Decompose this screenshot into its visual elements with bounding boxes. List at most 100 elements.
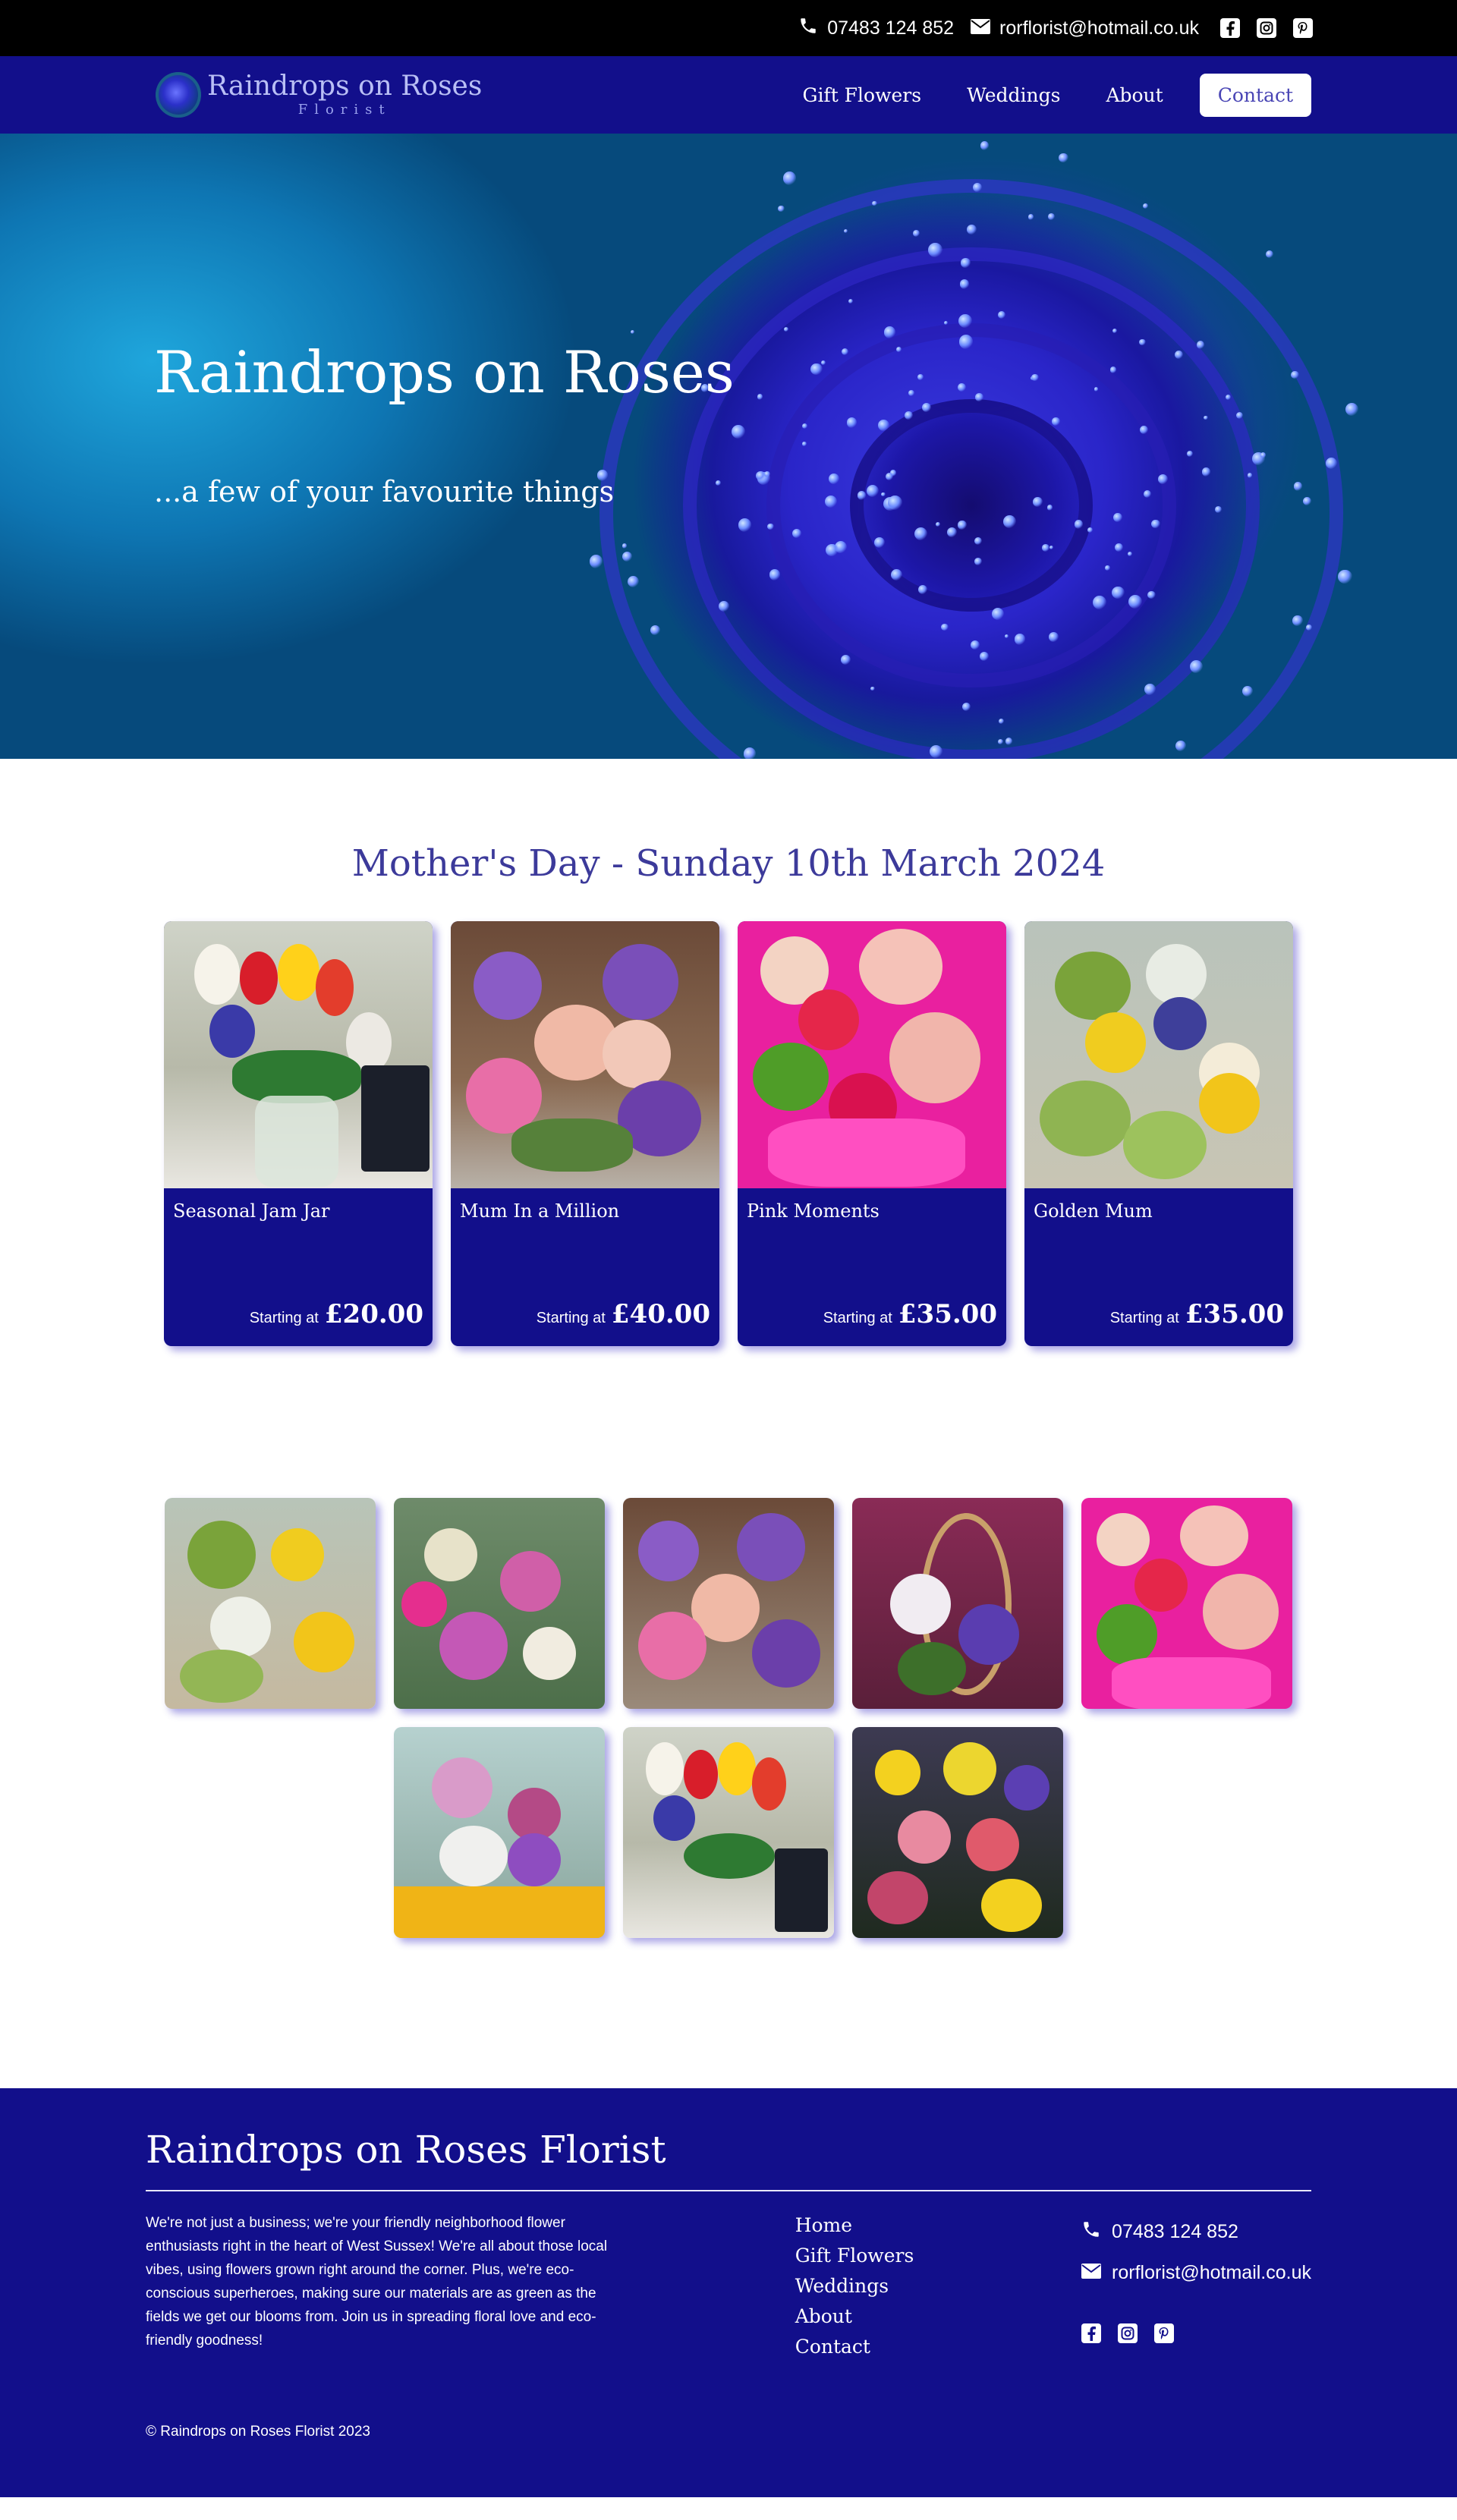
- rose-logo-icon: [156, 72, 201, 118]
- water-droplet: [1158, 474, 1169, 485]
- water-droplet: [1128, 594, 1142, 609]
- footer-link-home[interactable]: Home: [795, 2213, 1081, 2238]
- topbar-email[interactable]: rorflorist@hotmail.co.uk: [971, 17, 1199, 39]
- water-droplet: [630, 329, 635, 334]
- product-price-row: Starting at £40.00: [537, 1299, 710, 1329]
- water-droplet: [1302, 497, 1311, 506]
- instagram-icon[interactable]: [1257, 18, 1276, 38]
- water-droplet: [846, 417, 857, 428]
- water-droplet: [913, 230, 920, 238]
- nav-about[interactable]: About: [1090, 74, 1178, 117]
- water-droplet: [1094, 387, 1099, 392]
- water-droplet: [908, 389, 914, 396]
- gallery-image[interactable]: [852, 1498, 1063, 1709]
- water-droplet: [1151, 519, 1161, 529]
- main-nav: Raindrops on Roses Florist Gift Flowers …: [0, 56, 1457, 134]
- product-image: [738, 921, 1006, 1188]
- water-droplet: [959, 278, 970, 289]
- nav-links: Gift Flowers Weddings About Contact: [787, 73, 1311, 117]
- water-droplet: [1139, 338, 1146, 346]
- facebook-icon[interactable]: [1081, 2323, 1102, 2343]
- water-droplet: [1235, 411, 1244, 420]
- product-price-row: Starting at £35.00: [823, 1299, 997, 1329]
- brand-logo-link[interactable]: Raindrops on Roses Florist: [156, 72, 482, 118]
- water-droplet: [917, 373, 924, 380]
- water-droplet: [1005, 738, 1013, 745]
- water-droplet: [1293, 482, 1303, 491]
- water-droplet: [1004, 634, 1009, 639]
- water-droplet: [1059, 153, 1069, 163]
- water-droplet: [1338, 569, 1352, 584]
- gallery-image[interactable]: [165, 1498, 376, 1709]
- starting-at-label: Starting at: [249, 1310, 319, 1326]
- gallery-image[interactable]: [623, 1727, 834, 1938]
- product-image: [164, 921, 433, 1188]
- footer-link-gift-flowers[interactable]: Gift Flowers: [795, 2243, 1081, 2269]
- water-droplet: [1187, 450, 1194, 458]
- water-droplet: [972, 183, 982, 193]
- footer-link-weddings[interactable]: Weddings: [795, 2273, 1081, 2299]
- water-droplet: [980, 141, 990, 150]
- footer-divider: [146, 2190, 1311, 2191]
- product-price: £40.00: [611, 1299, 710, 1329]
- product-card[interactable]: Pink Moments Starting at £35.00: [738, 921, 1006, 1346]
- product-card[interactable]: Seasonal Jam Jar Starting at £20.00: [164, 921, 433, 1346]
- product-card-body: Mum In a Million Starting at £40.00: [451, 1188, 719, 1346]
- water-droplet: [1142, 203, 1148, 209]
- product-card-body: Seasonal Jam Jar Starting at £20.00: [164, 1188, 433, 1346]
- copyright-text: © Raindrops on Roses Florist 2023: [146, 2424, 370, 2440]
- water-droplet: [1174, 351, 1183, 360]
- footer-links: Home Gift Flowers Weddings About Contact: [795, 2213, 1081, 2360]
- water-droplet: [1144, 489, 1152, 498]
- pinterest-icon[interactable]: [1154, 2323, 1175, 2343]
- gallery-image[interactable]: [394, 1727, 605, 1938]
- water-droplet: [1144, 684, 1156, 695]
- topbar-phone[interactable]: 07483 124 852: [798, 16, 954, 41]
- water-droplet: [975, 393, 983, 401]
- product-card-body: Golden Mum Starting at £35.00: [1024, 1188, 1293, 1346]
- water-droplet: [1292, 615, 1303, 626]
- water-droplet: [1114, 543, 1123, 552]
- pinterest-icon[interactable]: [1293, 18, 1313, 38]
- water-droplet: [590, 555, 603, 568]
- facebook-icon[interactable]: [1220, 18, 1240, 38]
- water-droplet: [1113, 512, 1123, 522]
- nav-gift-flowers[interactable]: Gift Flowers: [787, 74, 936, 117]
- nav-weddings[interactable]: Weddings: [952, 74, 1075, 117]
- nav-contact-button[interactable]: Contact: [1199, 73, 1311, 117]
- water-droplet: [921, 403, 931, 413]
- gallery-image[interactable]: [852, 1727, 1063, 1938]
- water-droplet: [1345, 402, 1358, 416]
- product-card[interactable]: Golden Mum Starting at £35.00: [1024, 921, 1293, 1346]
- water-droplet: [966, 225, 977, 234]
- water-droplet: [917, 584, 928, 594]
- water-droplet: [826, 543, 839, 557]
- water-droplet: [941, 623, 949, 631]
- water-droplet: [928, 243, 942, 257]
- water-droplet: [743, 747, 757, 759]
- gallery-image[interactable]: [623, 1498, 834, 1709]
- footer-email[interactable]: rorflorist@hotmail.co.uk: [1081, 2252, 1311, 2293]
- water-droplet: [991, 608, 1004, 621]
- instagram-icon[interactable]: [1118, 2323, 1138, 2343]
- water-droplet: [716, 480, 722, 486]
- water-droplet: [944, 320, 949, 325]
- water-droplet: [628, 575, 640, 587]
- water-droplet: [841, 654, 851, 665]
- product-card[interactable]: Mum In a Million Starting at £40.00: [451, 921, 719, 1346]
- product-name: Pink Moments: [747, 1200, 880, 1222]
- footer-phone[interactable]: 07483 124 852: [1081, 2211, 1311, 2252]
- water-droplet: [718, 600, 729, 612]
- water-droplet: [1325, 457, 1338, 470]
- water-droplet: [905, 411, 914, 420]
- topbar-phone-text: 07483 124 852: [827, 17, 955, 39]
- water-droplet: [825, 496, 838, 508]
- gallery-image[interactable]: [1081, 1498, 1292, 1709]
- water-droplet: [841, 348, 848, 355]
- footer-link-contact[interactable]: Contact: [795, 2334, 1081, 2360]
- gallery-image[interactable]: [394, 1498, 605, 1709]
- footer-link-about[interactable]: About: [795, 2304, 1081, 2330]
- water-droplet: [732, 424, 746, 439]
- water-droplet: [895, 346, 902, 353]
- water-droplet: [778, 205, 785, 212]
